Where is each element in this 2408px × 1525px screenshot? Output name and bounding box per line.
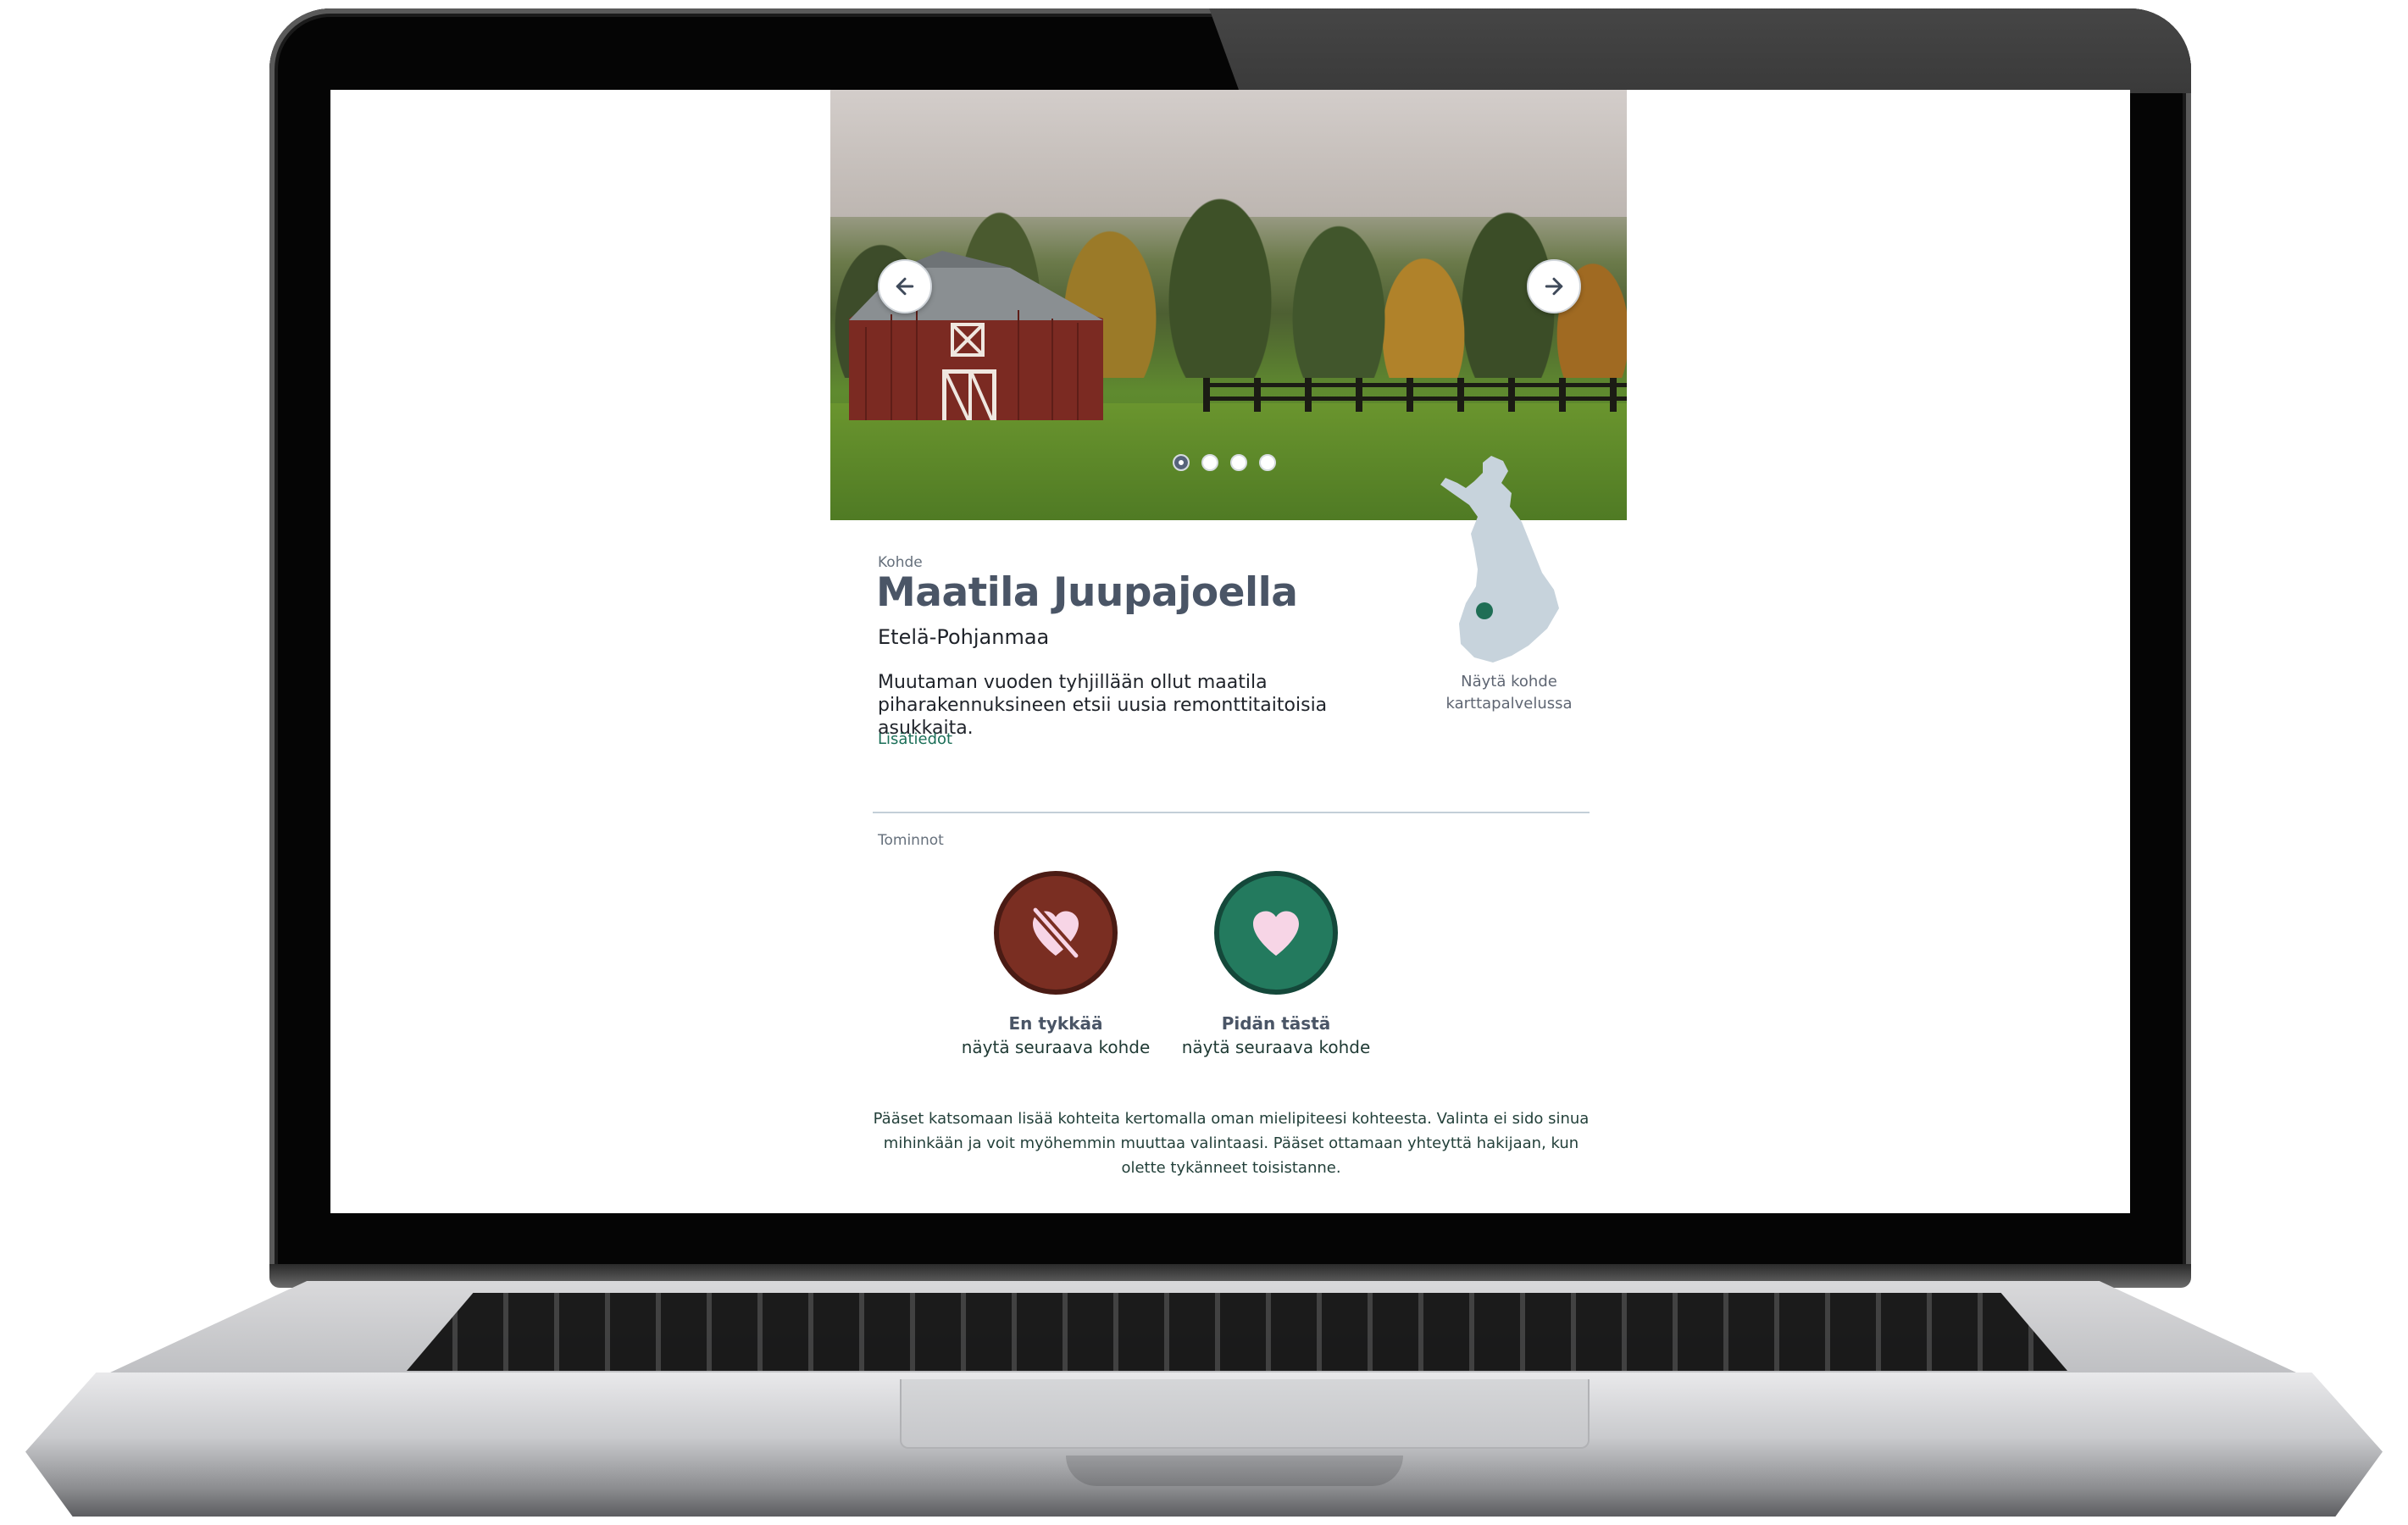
page-title: Maatila Juupajoella — [876, 569, 1298, 616]
carousel-dots — [1173, 454, 1276, 471]
map-service-link[interactable]: Näytä kohde karttapalvelussa — [1432, 671, 1586, 715]
finland-map-icon[interactable] — [1440, 454, 1567, 666]
arrow-left-icon — [896, 277, 914, 296]
listing-region: Etelä-Pohjanmaa — [878, 625, 1050, 649]
carousel-next-button[interactable] — [1527, 259, 1581, 313]
laptop-trackpad — [900, 1379, 1590, 1449]
laptop-keyboard — [407, 1293, 2067, 1371]
laptop-screen: Näytä kohde karttapalvelussa Kohde Maati… — [330, 90, 2130, 1213]
carousel-prev-button[interactable] — [878, 259, 932, 313]
like-sub: näytä seuraava kohde — [1181, 1037, 1371, 1057]
listing-kicker: Kohde — [878, 554, 923, 571]
laptop-notch — [1066, 1456, 1403, 1486]
carousel-fence — [1203, 378, 1627, 412]
like-circle[interactable] — [1214, 871, 1338, 995]
heart-icon — [1253, 911, 1299, 956]
carousel-dot-3[interactable] — [1230, 454, 1247, 471]
carousel-dot-4[interactable] — [1259, 454, 1276, 471]
dislike-sub: näytä seuraava kohde — [961, 1037, 1151, 1057]
info-text: Pääset katsomaan lisää kohteita kertomal… — [873, 1110, 1590, 1177]
lid-glare — [1196, 8, 2191, 93]
carousel-dot-1[interactable] — [1173, 454, 1190, 471]
like-label: Pidän tästä — [1221, 1013, 1331, 1034]
heart-crossed-icon — [1029, 904, 1082, 962]
section-divider — [873, 812, 1590, 813]
more-info-link[interactable]: Lisätiedot — [878, 730, 952, 748]
dislike-button[interactable]: En tykkää näytä seuraava kohde — [954, 871, 1157, 1057]
actions-section-label: Tominnot — [878, 832, 944, 849]
like-button[interactable]: Pidän tästä näytä seuraava kohde — [1174, 871, 1378, 1057]
carousel-dot-2[interactable] — [1201, 454, 1218, 471]
listing-description: Muutaman vuoden tyhjillään ollut maatila… — [878, 672, 1328, 739]
dislike-circle[interactable] — [994, 871, 1118, 995]
dislike-label: En tykkää — [1008, 1013, 1103, 1034]
arrow-right-icon — [1545, 277, 1563, 296]
